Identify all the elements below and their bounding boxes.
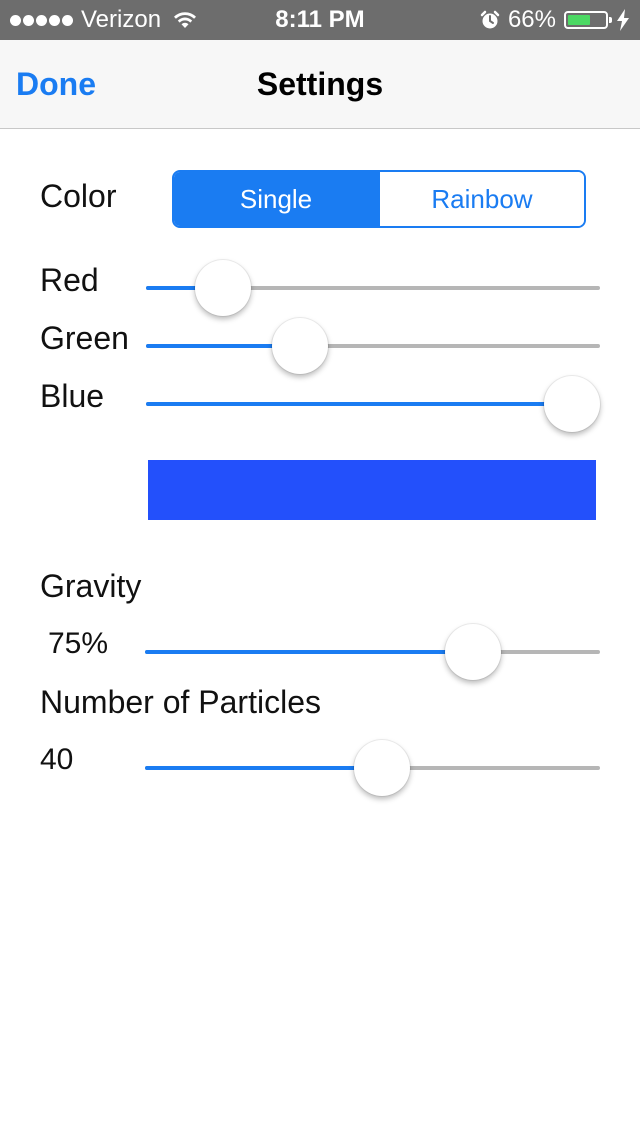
green-slider-thumb[interactable]: [272, 318, 329, 374]
blue-slider-thumb[interactable]: [544, 376, 600, 432]
status-right: 66%: [480, 0, 630, 40]
page-title: Settings: [256, 66, 384, 102]
gravity-slider[interactable]: [145, 622, 600, 682]
blue-slider[interactable]: [146, 374, 600, 434]
charging-bolt-icon: [617, 9, 629, 31]
color-preview-swatch: [148, 460, 596, 520]
green-slider[interactable]: [146, 316, 600, 376]
segment-single[interactable]: Single: [174, 172, 378, 226]
segment-rainbow[interactable]: Rainbow: [378, 172, 584, 226]
particles-value: 40: [40, 743, 74, 776]
battery-percent: 66%: [507, 6, 556, 33]
gravity-value: 75%: [48, 627, 109, 660]
particles-slider[interactable]: [145, 738, 600, 798]
red-slider-thumb[interactable]: [195, 260, 252, 316]
gravity-label: Gravity: [40, 568, 142, 604]
red-label: Red: [40, 262, 99, 298]
particles-label: Number of Particles: [40, 684, 321, 720]
red-slider[interactable]: [146, 258, 600, 318]
gravity-slider-thumb[interactable]: [444, 624, 501, 680]
battery-icon: [564, 11, 612, 29]
particles-slider-thumb[interactable]: [353, 740, 410, 796]
alarm-icon: [480, 10, 500, 29]
color-mode-segmented-control: Single Rainbow: [172, 170, 586, 228]
navigation-bar: Done Settings: [0, 40, 640, 129]
color-label: Color: [40, 178, 117, 214]
green-label: Green: [40, 320, 129, 356]
blue-label: Blue: [40, 378, 105, 414]
status-bar: Verizon 8:11 PM 66%: [0, 0, 640, 40]
